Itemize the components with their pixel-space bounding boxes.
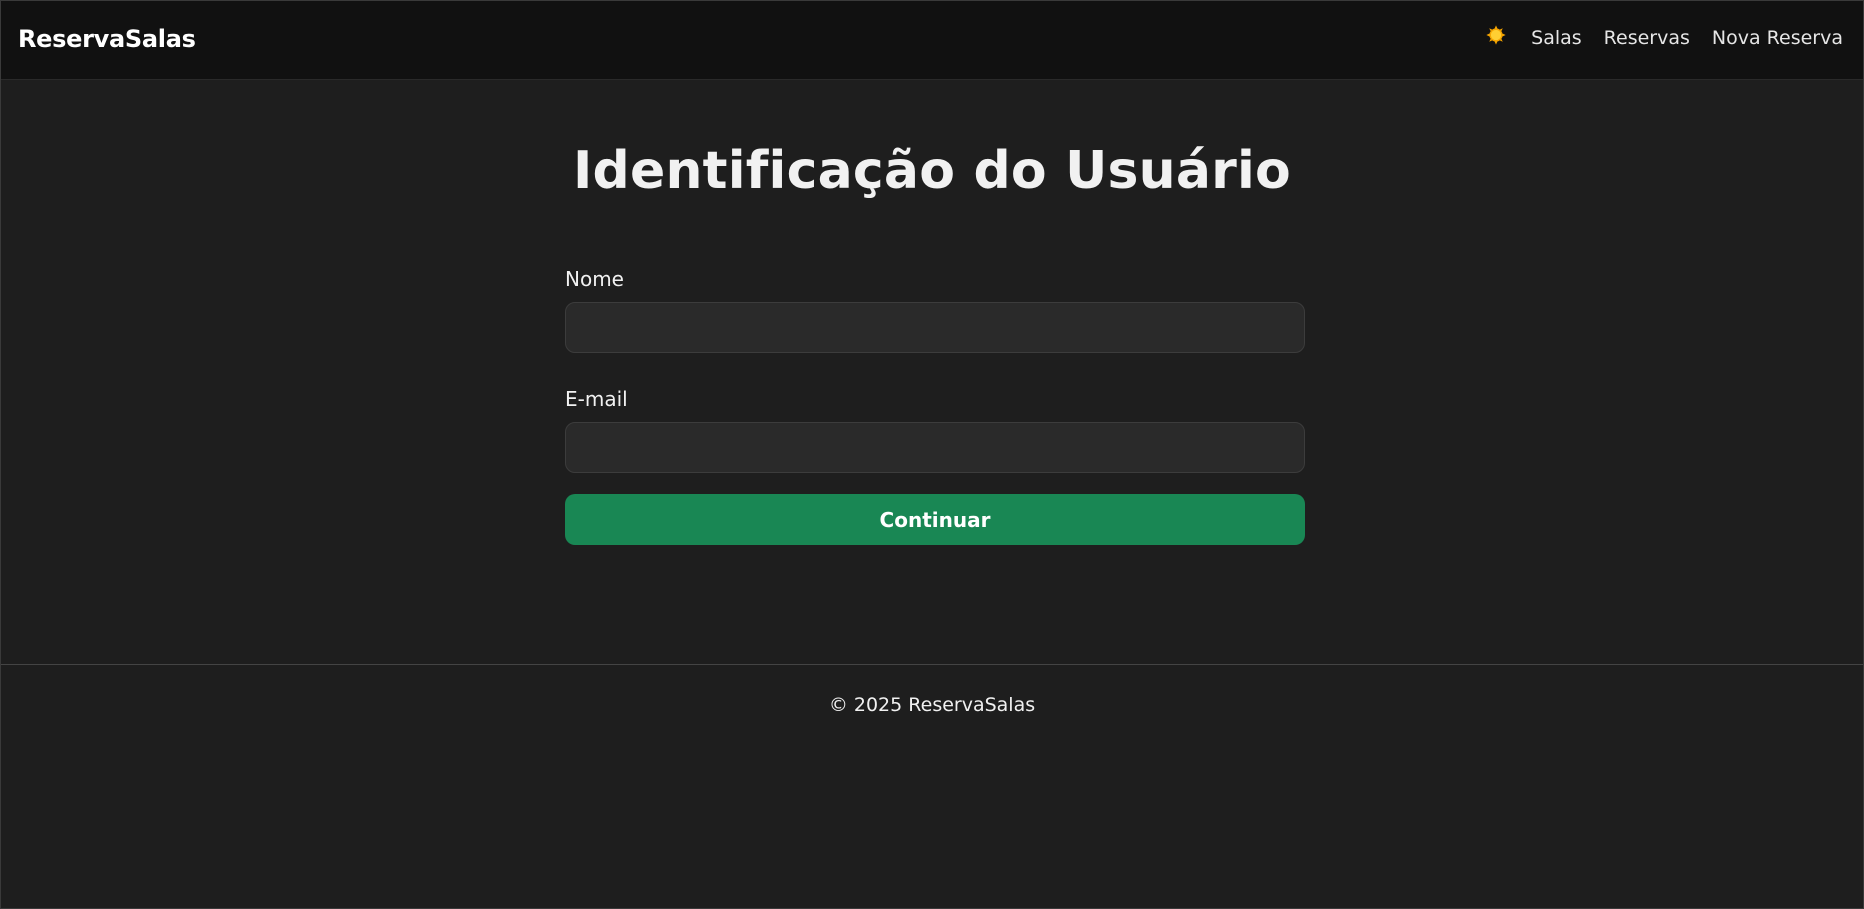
- top-navbar: ReservaSalas Salas Reservas Nova Reserva: [1, 1, 1863, 80]
- sun-icon: [1486, 25, 1506, 45]
- nav-link-nova-reserva[interactable]: Nova Reserva: [1712, 27, 1843, 49]
- nav-link-reservas[interactable]: Reservas: [1604, 27, 1690, 49]
- user-identification-form: Nome E-mail Continuar: [565, 267, 1305, 545]
- page-title: Identificação do Usuário: [573, 141, 1291, 201]
- theme-toggle-button[interactable]: [1483, 22, 1509, 48]
- email-field-group: E-mail: [565, 387, 1305, 473]
- nav-links: Salas Reservas Nova Reserva: [1483, 25, 1843, 49]
- brand-logo[interactable]: ReservaSalas: [18, 25, 196, 53]
- name-field-group: Nome: [565, 267, 1305, 353]
- email-input[interactable]: [565, 422, 1305, 473]
- name-label: Nome: [565, 267, 624, 291]
- footer-copyright: © 2025 ReservaSalas: [828, 694, 1036, 716]
- name-input[interactable]: [565, 302, 1305, 353]
- nav-link-salas[interactable]: Salas: [1531, 27, 1582, 49]
- email-label: E-mail: [565, 387, 628, 411]
- continue-button[interactable]: Continuar: [565, 494, 1305, 545]
- app-window: ReservaSalas Salas Reservas Nova Reserva…: [0, 0, 1864, 909]
- page-footer: © 2025 ReservaSalas: [1, 664, 1863, 908]
